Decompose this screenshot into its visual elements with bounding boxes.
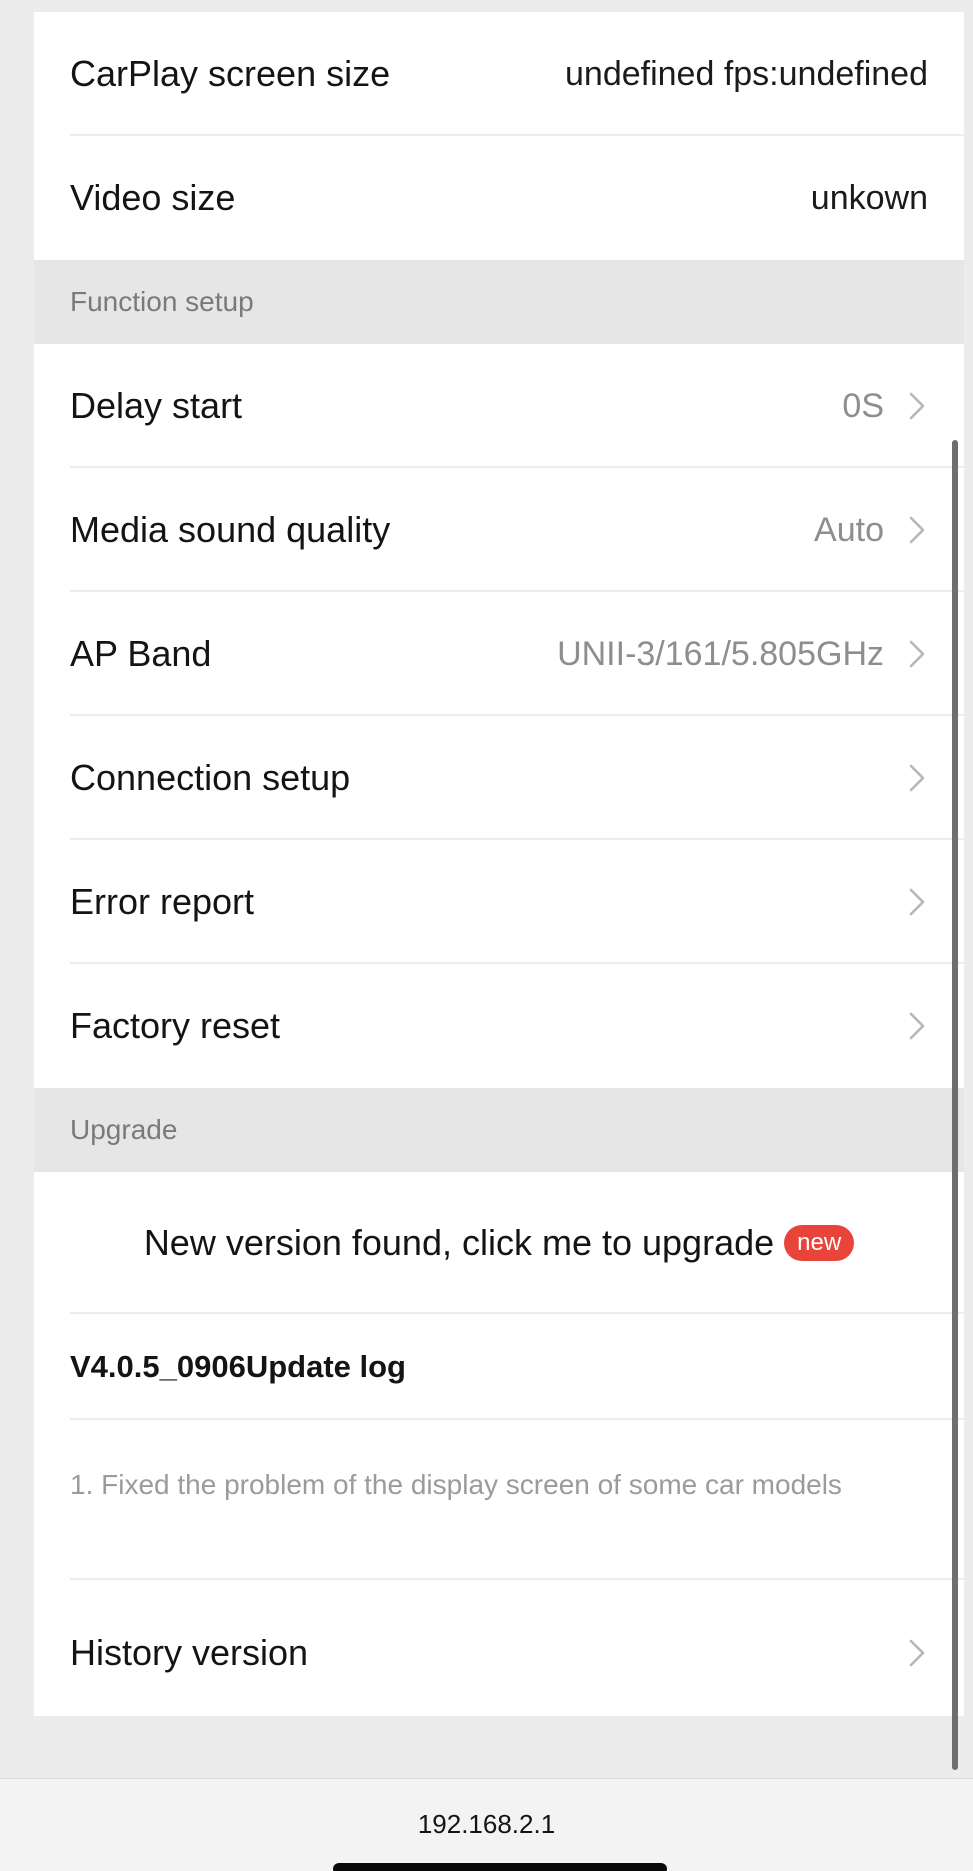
connection-setup-label: Connection setup: [70, 757, 351, 798]
chevron-right-icon: [906, 760, 928, 796]
delay-start-value: 0S: [842, 386, 884, 425]
video-size-row: Video size unkown: [34, 136, 964, 260]
factory-reset-label: Factory reset: [70, 1005, 281, 1046]
delay-start-row[interactable]: Delay start 0S: [34, 344, 964, 468]
upgrade-header: Upgrade: [34, 1088, 964, 1172]
media-sound-quality-value: Auto: [814, 510, 884, 549]
chevron-right-icon: [906, 636, 928, 672]
carplay-screen-size-label: CarPlay screen size: [70, 53, 391, 94]
history-version-row[interactable]: History version: [34, 1590, 964, 1716]
browser-address-bar[interactable]: 192.168.2.1: [0, 1778, 973, 1871]
history-version-label: History version: [70, 1632, 309, 1673]
upgrade-prompt: New version found, click me to upgrade: [143, 1222, 775, 1263]
video-size-label: Video size: [70, 177, 236, 218]
carplay-screen-size-row: CarPlay screen size undefined fps:undefi…: [34, 12, 964, 136]
settings-screen: CarPlay screen size undefined fps:undefi…: [0, 0, 973, 1871]
update-log-body: 1. Fixed the problem of the display scre…: [34, 1420, 964, 1580]
ap-band-label: AP Band: [70, 633, 212, 674]
scrollbar[interactable]: [952, 440, 958, 1770]
chevron-right-icon: [906, 388, 928, 424]
carplay-screen-size-value: undefined fps:undefined: [565, 54, 928, 93]
connection-setup-row[interactable]: Connection setup: [34, 716, 964, 840]
delay-start-label: Delay start: [70, 385, 243, 426]
factory-reset-row[interactable]: Factory reset: [34, 964, 964, 1088]
address-text: 192.168.2.1: [417, 1809, 556, 1839]
settings-list: CarPlay screen size undefined fps:undefi…: [34, 12, 964, 1772]
ap-band-row[interactable]: AP Band UNII-3/161/5.805GHz: [34, 592, 964, 716]
home-indicator: [333, 1863, 667, 1871]
media-sound-quality-row[interactable]: Media sound quality Auto: [34, 468, 964, 592]
chevron-right-icon: [906, 884, 928, 920]
chevron-right-icon: [906, 512, 928, 548]
video-size-value: unkown: [810, 178, 928, 217]
error-report-row[interactable]: Error report: [34, 840, 964, 964]
function-setup-header: Function setup: [34, 260, 964, 344]
bottom-gap: [34, 1716, 964, 1772]
list-spacer: [34, 1580, 964, 1590]
chevron-right-icon: [906, 1008, 928, 1044]
chevron-right-icon: [906, 1635, 928, 1671]
new-badge: new: [784, 1224, 855, 1262]
ap-band-value: UNII-3/161/5.805GHz: [557, 634, 884, 673]
upgrade-button[interactable]: New version found, click me to upgrade n…: [34, 1172, 964, 1314]
update-log-title: V4.0.5_0906Update log: [34, 1314, 964, 1420]
error-report-label: Error report: [70, 881, 255, 922]
media-sound-quality-label: Media sound quality: [70, 509, 391, 550]
